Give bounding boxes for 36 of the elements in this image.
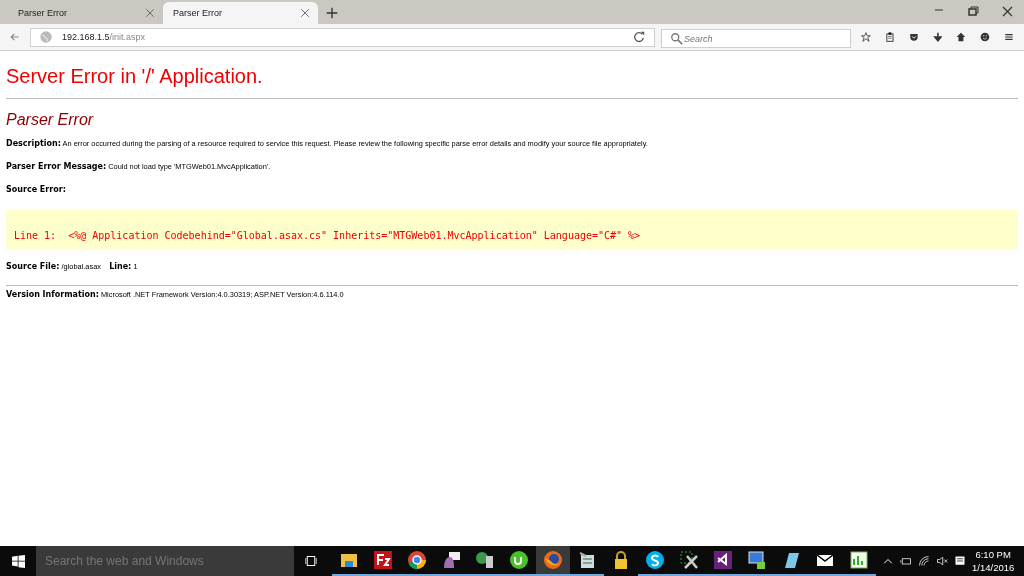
download-icon[interactable] (932, 30, 943, 44)
taskbar-clock[interactable]: 6:10 PM 1/14/2016 (972, 548, 1015, 574)
star-icon[interactable] (860, 30, 871, 44)
wifi-icon[interactable] (918, 555, 930, 567)
filezilla-icon (373, 550, 393, 570)
clipboard-icon[interactable] (884, 30, 895, 44)
reload-icon[interactable] (631, 30, 646, 44)
search-field[interactable]: Search (660, 29, 851, 48)
upwork-icon (509, 550, 529, 570)
page-heading: Server Error in '/' Application. (6, 65, 264, 88)
firefox-icon (543, 550, 563, 570)
chart-icon (849, 550, 869, 570)
battery-icon[interactable] (900, 555, 912, 567)
close-icon[interactable] (145, 8, 155, 18)
browser-tab[interactable]: Parser Error (163, 2, 318, 24)
code-block: Line 1: <%@ Application Codebehind="Global.asax.cs" Inherits="MTGWeb01.MvcApplication" Language="C#" %> (6, 210, 1018, 250)
computer-icon (747, 550, 767, 570)
file-cabinet-icon (577, 550, 597, 570)
mute-icon[interactable] (936, 555, 948, 567)
section-label: Source Error: (6, 185, 67, 194)
task-view-icon[interactable] (304, 555, 318, 567)
notification-icon[interactable] (954, 555, 966, 567)
chrome-icon (407, 550, 427, 570)
windows-logo-icon[interactable] (11, 554, 25, 568)
browser-tab[interactable]: Parser Error (8, 2, 163, 24)
skype-icon (645, 550, 665, 570)
home-icon[interactable] (956, 30, 967, 44)
search-icon (669, 31, 684, 46)
new-tab-icon[interactable] (326, 7, 338, 19)
studio-icon (713, 550, 733, 570)
taskbar-search-field[interactable]: Search the web and Windows (36, 546, 294, 576)
error-title: Parser Error (6, 111, 95, 129)
address-bar[interactable]: 192.168.1.5/init.aspx (29, 27, 655, 47)
smiley-icon[interactable] (980, 30, 991, 44)
close-icon[interactable] (300, 8, 310, 18)
tools-icon (679, 550, 699, 570)
